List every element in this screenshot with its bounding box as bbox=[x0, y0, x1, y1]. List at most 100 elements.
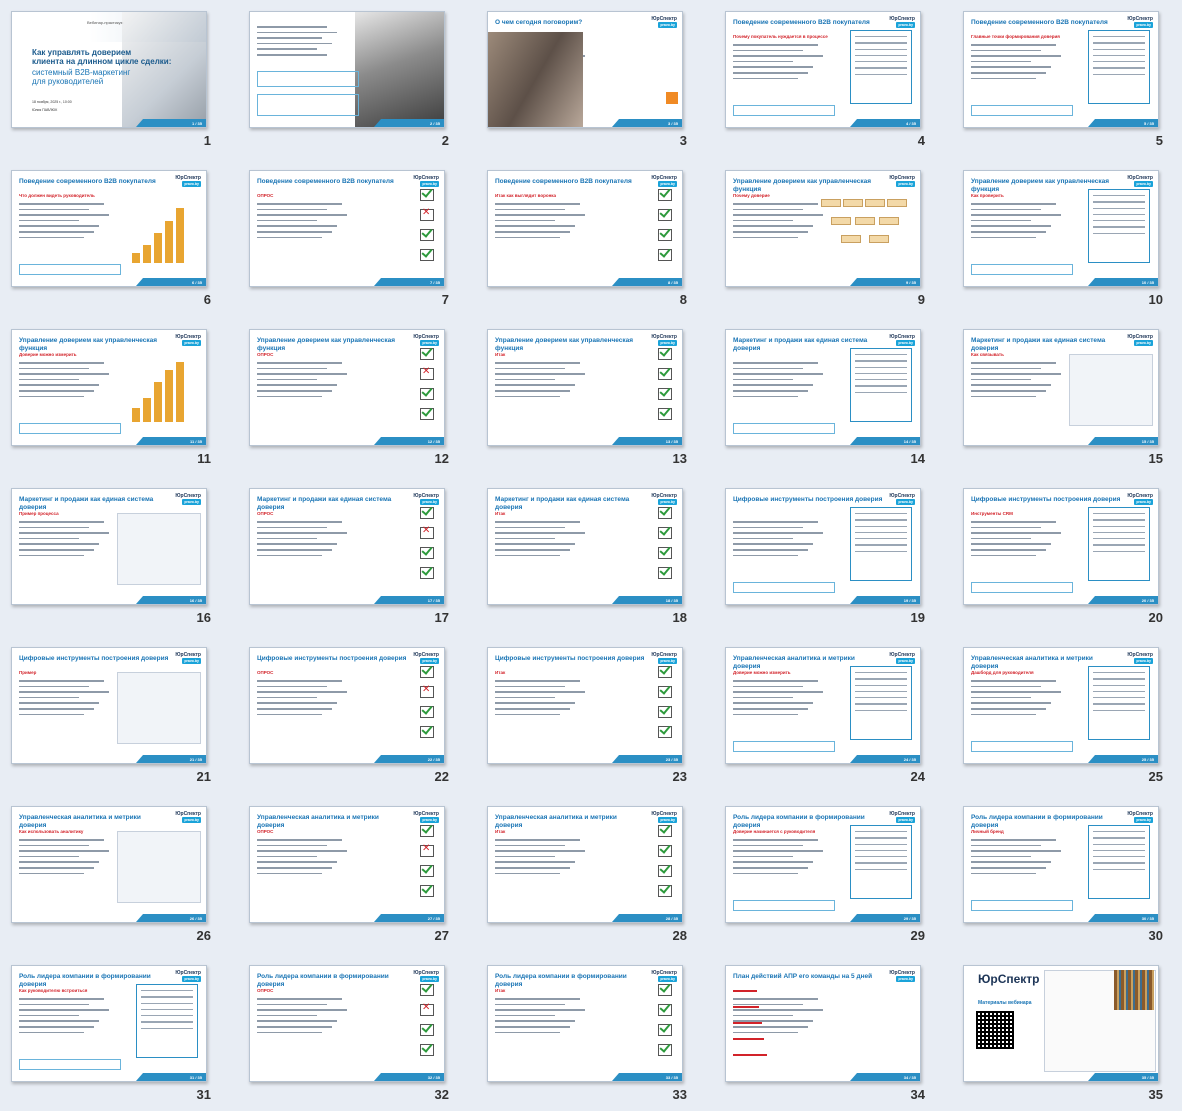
checkbox-icon bbox=[658, 388, 672, 400]
slide-index-label: 15 bbox=[1148, 451, 1163, 466]
slide-thumbnail[interactable]: ЮрСпектр pravo.by Цифровые инструменты пос… bbox=[11, 647, 207, 764]
body-text-lines bbox=[971, 680, 1071, 719]
slide-thumbnail[interactable]: ЮрСпектр pravo.by Роль лидера компании в ф… bbox=[725, 806, 921, 923]
slide-subtitle: Почему доверие bbox=[733, 193, 770, 198]
speaker-note bbox=[257, 71, 359, 87]
slide-index-label: 5 bbox=[1155, 133, 1163, 148]
slide-title: Маркетинг и продажи как единая система д… bbox=[971, 337, 1106, 352]
brand-logo: ЮрСпектрpravo.by bbox=[413, 970, 439, 982]
slide-title: Цифровые инструменты построения доверия bbox=[495, 655, 645, 662]
slide-thumbnail[interactable]: ЮрСпектрpravo.byВебинар-практикумКак упр… bbox=[11, 11, 207, 128]
slide-page-number: 1 / 35 bbox=[191, 121, 202, 126]
slide-thumbnail[interactable]: ЮрСпектр pravo.by Управление доверием как … bbox=[11, 329, 207, 446]
brand-logo: ЮрСпектрpravo.by bbox=[889, 493, 915, 505]
slide-thumbnail[interactable]: ЮрСпектр pravo.by Управление доверием как … bbox=[487, 329, 683, 446]
body-text-lines bbox=[733, 362, 833, 401]
flow-node bbox=[855, 217, 875, 225]
slide-thumbnail[interactable]: ЮрСпектр pravo.by Маркетинг и продажи как … bbox=[249, 488, 445, 605]
checkbox-icon bbox=[658, 527, 672, 539]
slide-thumbnail[interactable]: ЮрСпектр pravo.by Роль лидера компании в ф… bbox=[249, 965, 445, 1082]
slide-title: Цифровые инструменты построения доверия bbox=[257, 655, 407, 662]
body-text-lines bbox=[971, 44, 1071, 83]
slide-index-label: 28 bbox=[672, 928, 687, 943]
slide-thumbnail[interactable]: ЮрСпектр pravo.by Поведение современного B… bbox=[725, 11, 921, 128]
slide-page-number: 8 / 35 bbox=[667, 280, 678, 285]
checkbox-icon bbox=[658, 1004, 672, 1016]
info-callout bbox=[1088, 30, 1150, 104]
slide-title: Управленческая аналитика и метрики довер… bbox=[495, 814, 617, 829]
brand-logo: ЮрСпектрpravo.by bbox=[889, 16, 915, 28]
checkbox-icon bbox=[658, 885, 672, 897]
slide-thumbnail[interactable]: ЮрСпектр pravo.by Поведение современного B… bbox=[249, 170, 445, 287]
checkbox-icon bbox=[658, 209, 672, 221]
body-text-lines bbox=[257, 203, 357, 242]
slide-thumbnail[interactable]: ЮрСпектр pravo.by Маркетинг и продажи как … bbox=[487, 488, 683, 605]
slide-subtitle: ОПРОС bbox=[257, 352, 274, 357]
slide-cell: ЮрСпектр pravo.by Управление доверием как … bbox=[0, 318, 237, 475]
slide-thumbnail[interactable]: ЮрСпектр pravo.by Роль лидера компании в ф… bbox=[487, 965, 683, 1082]
slide-cell: ЮрСпектр pravo.by Роль лидера компании в ф… bbox=[476, 954, 713, 1111]
checkbox-icon bbox=[420, 726, 434, 738]
slide-thumbnail[interactable]: ЮрСпектр pravo.by Управленческая аналитика… bbox=[11, 806, 207, 923]
slide-cell: ЮрСпектр pravo.by Управление доверием как … bbox=[238, 318, 475, 475]
slide-page-number: 16 / 35 bbox=[189, 598, 202, 603]
slide-thumbnail[interactable]: ЮрСпектр pravo.by Цифровые инструменты пос… bbox=[963, 488, 1159, 605]
brand-logo: ЮрСпектрpravo.by bbox=[651, 970, 677, 982]
checkbox-icon bbox=[420, 567, 434, 579]
slide-thumbnail[interactable]: ЮрСпектр pravo.by О чем сегодня поговорим?… bbox=[487, 11, 683, 128]
slide-thumbnail[interactable]: ЮрСпектр pravo.by Маркетинг и продажи как … bbox=[11, 488, 207, 605]
slide-thumbnail[interactable]: ЮрСпектр pravo.by Управленческая аналитика… bbox=[963, 647, 1159, 764]
bar bbox=[176, 362, 184, 422]
slide-thumbnail[interactable]: ЮрСпектрpravo.by2 / 35 bbox=[249, 11, 445, 128]
slide-title: Маркетинг и продажи как единая система д… bbox=[257, 496, 392, 511]
slide-thumbnail[interactable]: ЮрСпектрpravo.byЮрСпектрМатериалы вебина… bbox=[963, 965, 1159, 1082]
slide-thumbnail[interactable]: ЮрСпектр pravo.by Управленческая аналитика… bbox=[725, 647, 921, 764]
bookshelf-image bbox=[1114, 970, 1154, 1010]
slide-thumbnail[interactable]: ЮрСпектр pravo.by Цифровые инструменты пос… bbox=[249, 647, 445, 764]
slide-title: О чем сегодня поговорим? bbox=[495, 19, 583, 26]
slide-thumbnail[interactable]: ЮрСпектр pravo.by Управление доверием как … bbox=[249, 329, 445, 446]
checkbox-icon bbox=[658, 726, 672, 738]
checkbox-icon bbox=[420, 366, 434, 380]
slide-title: План действий АПР его команды на 5 дней bbox=[733, 973, 873, 980]
brand-logo: ЮрСпектрpravo.by bbox=[651, 334, 677, 346]
slide-page-number: 10 / 35 bbox=[1141, 280, 1154, 285]
checkbox-icon bbox=[420, 189, 434, 201]
body-text-lines bbox=[19, 839, 119, 878]
slide-thumbnail[interactable]: ЮрСпектр pravo.by Цифровые инструменты пос… bbox=[487, 647, 683, 764]
slide-index-label: 18 bbox=[672, 610, 687, 625]
slide-thumbnail[interactable]: ЮрСпектр pravo.by Цифровые инструменты пос… bbox=[725, 488, 921, 605]
slide-thumbnail[interactable]: ЮрСпектр pravo.by Поведение современного B… bbox=[487, 170, 683, 287]
slide-index-label: 17 bbox=[434, 610, 449, 625]
slide-thumbnail[interactable]: ЮрСпектр pravo.by Роль лидера компании в ф… bbox=[963, 806, 1159, 923]
slide-thumbnail[interactable]: ЮрСпектр pravo.by Поведение современного B… bbox=[963, 11, 1159, 128]
mini-bar-chart bbox=[132, 201, 192, 263]
body-text-lines bbox=[257, 362, 357, 401]
slide-index-label: 33 bbox=[672, 1087, 687, 1102]
slide-page-number: 20 / 35 bbox=[1141, 598, 1154, 603]
slide-page-number: 33 / 35 bbox=[665, 1075, 678, 1080]
slide-thumbnail[interactable]: ЮрСпектр pravo.by Роль лидера компании в ф… bbox=[11, 965, 207, 1082]
info-callout bbox=[1088, 507, 1150, 581]
slide-thumbnail[interactable]: ЮрСпектр pravo.by Маркетинг и продажи как … bbox=[963, 329, 1159, 446]
slide-subtitle: ОПРОС bbox=[257, 670, 274, 675]
slide-thumbnail[interactable]: ЮрСпектр pravo.by Поведение современного B… bbox=[11, 170, 207, 287]
slide-cell: ЮрСпектр pravo.by Управление доверием как … bbox=[714, 159, 951, 316]
slide-thumbnail[interactable]: ЮрСпектр pravo.by Управление доверием как … bbox=[725, 170, 921, 287]
body-text-lines bbox=[733, 680, 833, 719]
brand-logo: ЮрСпектрpravo.by bbox=[413, 811, 439, 823]
slide-thumbnail[interactable]: ЮрСпектр pravo.by План действий АПР его ко… bbox=[725, 965, 921, 1082]
slide-page-number: 14 / 35 bbox=[903, 439, 916, 444]
slide-thumbnail[interactable]: ЮрСпектр pravo.by Управленческая аналитика… bbox=[487, 806, 683, 923]
brand-logo: ЮрСпектрpravo.by bbox=[413, 652, 439, 664]
slide-page-number: 29 / 35 bbox=[903, 916, 916, 921]
slide-index-label: 25 bbox=[1148, 769, 1163, 784]
flow-node bbox=[865, 199, 885, 207]
slide-index-label: 23 bbox=[672, 769, 687, 784]
slide-cell: ЮрСпектр pravo.by Маркетинг и продажи как … bbox=[952, 318, 1182, 475]
slide-thumbnail[interactable]: ЮрСпектр pravo.by Управление доверием как … bbox=[963, 170, 1159, 287]
slide-cell: ЮрСпектр pravo.by Роль лидера компании в ф… bbox=[714, 795, 951, 952]
slide-thumbnail[interactable]: ЮрСпектр pravo.by Управленческая аналитика… bbox=[249, 806, 445, 923]
slide-thumbnail[interactable]: ЮрСпектр pravo.by Маркетинг и продажи как … bbox=[725, 329, 921, 446]
slide-title: Цифровые инструменты построения доверия bbox=[733, 496, 883, 503]
